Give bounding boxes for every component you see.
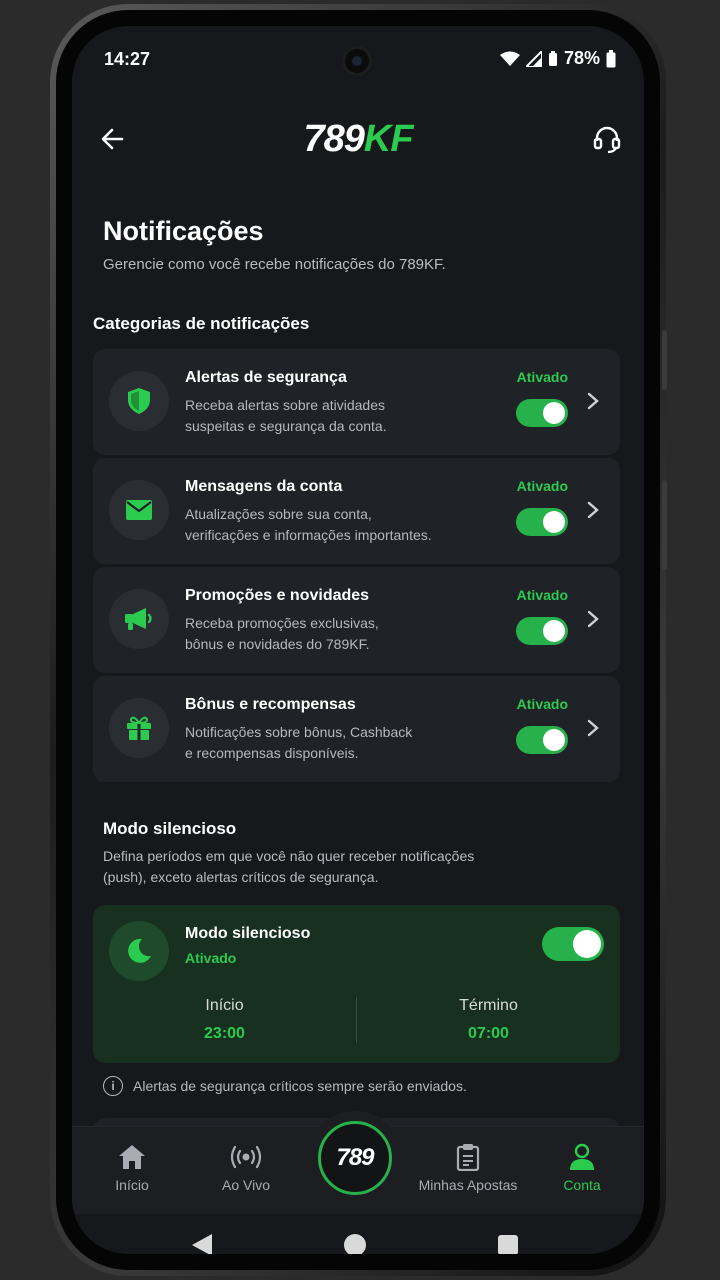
battery-percent: 78% bbox=[563, 48, 600, 68]
category-title: Bônus e recompensas bbox=[185, 696, 356, 713]
category-status: Ativado bbox=[516, 587, 568, 603]
category-title: Alertas de segurança bbox=[185, 369, 347, 386]
icon-circle bbox=[109, 371, 169, 431]
silent-mode-heading: Modo silencioso bbox=[103, 819, 237, 838]
category-description: Notificações sobre bônus, Cashback e reco… bbox=[185, 724, 413, 761]
silent-mode-status: Ativado bbox=[185, 950, 237, 966]
info-icon: i bbox=[103, 1076, 123, 1096]
chevron-right-icon[interactable] bbox=[586, 500, 600, 520]
category-description: Receba alertas sobre atividades suspeitas… bbox=[185, 397, 387, 434]
security-info-note: i Alertas de segurança críticos sempre s… bbox=[103, 1076, 467, 1096]
nav-account[interactable]: Conta bbox=[522, 1141, 642, 1193]
power-button bbox=[662, 480, 667, 570]
signal-icon bbox=[525, 50, 542, 67]
home-icon bbox=[119, 1145, 145, 1169]
status-bar: 14:27 78% bbox=[72, 26, 644, 86]
status-time: 14:27 bbox=[104, 49, 151, 69]
account-toggle[interactable] bbox=[516, 508, 568, 536]
user-icon bbox=[570, 1143, 594, 1170]
bottom-navigation: Início Ao Vivo 789 Minhas Apostas Conta bbox=[72, 1111, 644, 1214]
wifi-icon bbox=[499, 51, 520, 66]
silent-mode-toggle[interactable] bbox=[542, 927, 604, 961]
nav-home[interactable]: Início bbox=[72, 1141, 192, 1193]
moon-icon bbox=[128, 938, 151, 963]
category-status: Ativado bbox=[516, 369, 568, 385]
icon-circle bbox=[109, 589, 169, 649]
start-time[interactable]: Início 23:00 bbox=[93, 997, 356, 1043]
system-home-icon[interactable] bbox=[344, 1234, 366, 1254]
app-bar: 789KF bbox=[72, 114, 644, 164]
chevron-right-icon[interactable] bbox=[586, 391, 600, 411]
phone-bezel: 14:27 78% 789KF Notificações Gerencie co… bbox=[56, 10, 660, 1270]
icon-circle bbox=[109, 921, 169, 981]
battery-saver-icon bbox=[548, 50, 557, 66]
category-description: Atualizações sobre sua conta, verificaçõe… bbox=[185, 506, 432, 543]
shield-icon bbox=[128, 388, 150, 414]
gift-icon bbox=[127, 716, 151, 740]
silent-mode-title: Modo silencioso bbox=[185, 925, 311, 942]
status-icons: 78% bbox=[499, 48, 616, 69]
front-camera bbox=[342, 46, 372, 76]
center-home-button[interactable]: 789 bbox=[318, 1121, 392, 1195]
system-recents-icon[interactable] bbox=[498, 1235, 518, 1254]
silent-mode-card: Modo silencioso Ativado Início 23:00 Tér… bbox=[93, 905, 620, 1063]
clipboard-icon bbox=[456, 1144, 480, 1171]
categories-heading: Categorias de notificações bbox=[93, 314, 310, 333]
icon-circle bbox=[109, 698, 169, 758]
nav-my-bets[interactable]: Minhas Apostas bbox=[408, 1141, 528, 1193]
category-title: Mensagens da conta bbox=[185, 478, 343, 495]
end-time[interactable]: Término 07:00 bbox=[357, 997, 620, 1043]
brand-logo: 789KF bbox=[303, 118, 413, 160]
chevron-right-icon[interactable] bbox=[586, 718, 600, 738]
security-toggle[interactable] bbox=[516, 399, 568, 427]
category-card-bonus[interactable]: Bônus e recompensas Notificações sobre b… bbox=[93, 676, 620, 782]
icon-circle bbox=[109, 480, 169, 540]
system-back-icon[interactable] bbox=[192, 1234, 212, 1254]
screen: 14:27 78% 789KF Notificações Gerencie co… bbox=[72, 26, 644, 1254]
category-title: Promoções e novidades bbox=[185, 587, 370, 604]
phone-frame: 14:27 78% 789KF Notificações Gerencie co… bbox=[50, 4, 666, 1276]
category-description: Receba promoções exclusivas, bônus e novi… bbox=[185, 615, 379, 652]
mail-icon bbox=[126, 500, 152, 520]
category-card-account[interactable]: Mensagens da conta Atualizações sobre su… bbox=[93, 458, 620, 564]
silent-mode-description: Defina períodos em que você não quer rec… bbox=[103, 848, 475, 885]
category-card-security[interactable]: Alertas de segurança Receba alertas sobr… bbox=[93, 349, 620, 455]
battery-icon bbox=[606, 49, 616, 67]
promotions-toggle[interactable] bbox=[516, 617, 568, 645]
megaphone-icon bbox=[125, 608, 152, 630]
volume-button bbox=[662, 330, 667, 390]
system-navigation-bar bbox=[72, 1214, 644, 1254]
page-subtitle: Gerencie como você recebe notificações d… bbox=[103, 256, 446, 273]
nav-live[interactable]: Ao Vivo bbox=[186, 1141, 306, 1193]
live-broadcast-icon bbox=[230, 1145, 262, 1169]
headset-support-icon[interactable] bbox=[592, 124, 622, 154]
category-card-promotions[interactable]: Promoções e novidades Receba promoções e… bbox=[93, 567, 620, 673]
chevron-right-icon[interactable] bbox=[586, 609, 600, 629]
bonus-toggle[interactable] bbox=[516, 726, 568, 754]
page-title: Notificações bbox=[103, 216, 264, 246]
category-status: Ativado bbox=[516, 478, 568, 494]
category-status: Ativado bbox=[516, 696, 568, 712]
